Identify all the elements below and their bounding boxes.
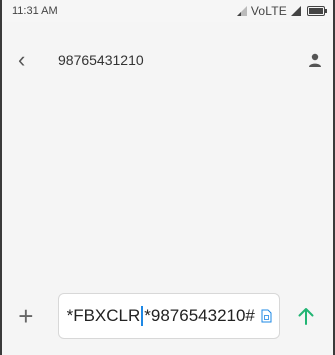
- sim-card-icon[interactable]: [259, 309, 273, 323]
- status-time: 11:31 AM: [12, 5, 58, 17]
- send-arrow-icon: [298, 308, 314, 325]
- text-after-cursor: *9876543210#: [144, 305, 255, 325]
- conversation-title: 98765431210: [58, 52, 144, 68]
- status-bar: 11:31 AM VoLTE: [2, 0, 333, 22]
- send-button[interactable]: [290, 298, 323, 334]
- message-list[interactable]: [2, 101, 333, 281]
- status-icons: VoLTE: [236, 4, 327, 18]
- signal-icon: [291, 6, 301, 16]
- conversation-header: ‹ 98765431210: [2, 38, 333, 82]
- battery-icon: [307, 6, 327, 16]
- screen: 11:31 AM VoLTE ‹ 98765431210 + *FBXCLR *9…: [0, 0, 335, 355]
- text-cursor: [141, 306, 144, 327]
- chevron-left-icon[interactable]: ‹: [18, 49, 40, 71]
- compose-bar: + *FBXCLR *9876543210#: [2, 277, 333, 355]
- text-before-cursor: *FBXCLR: [66, 305, 141, 325]
- signal-weak-icon: [236, 6, 247, 16]
- message-input-text[interactable]: *FBXCLR *9876543210#: [67, 306, 255, 327]
- person-icon[interactable]: [307, 52, 323, 68]
- plus-icon[interactable]: +: [12, 303, 40, 329]
- network-label: VoLTE: [250, 4, 287, 18]
- message-input[interactable]: *FBXCLR *9876543210#: [57, 293, 280, 339]
- battery-fill: [309, 8, 323, 14]
